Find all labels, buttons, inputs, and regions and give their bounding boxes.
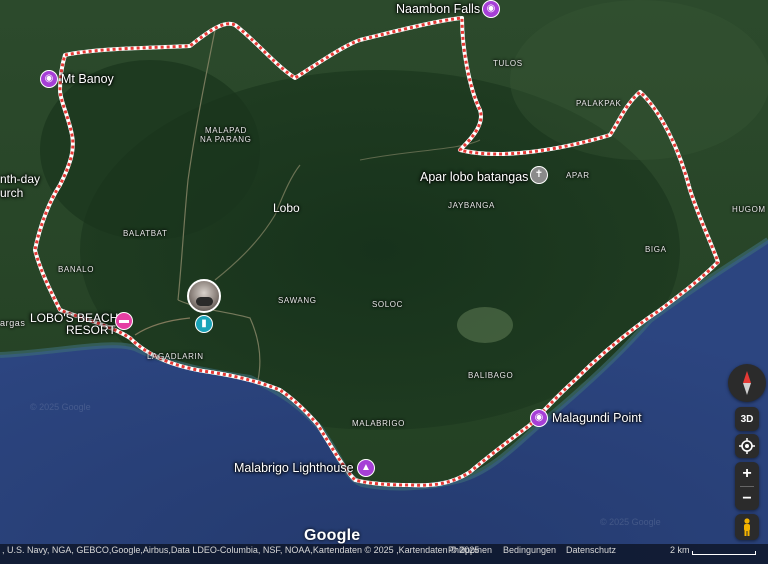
terms-link[interactable]: Bedingungen [503,545,556,555]
town-label-balatbat: BALATBAT [123,229,168,238]
place-label-mt-banoy[interactable]: Mt Banoy [61,72,114,86]
place-label-naambon-falls[interactable]: Naambon Falls [396,2,480,16]
scale-bar [692,551,756,555]
satellite-map[interactable]: © 2025 Google © 2025 Google [0,0,768,564]
country-link[interactable]: Philippinen [448,545,492,555]
town-label-malabrigo: MALABRIGO [352,419,405,428]
imagery-watermark: © 2025 Google [30,402,91,412]
camera-icon[interactable]: ◉ [482,0,500,18]
town-label-lagadlarin: LAGADLARIN [147,352,204,361]
town-label-tulos: TULOS [493,59,523,68]
place-label-malagundi-point[interactable]: Malagundi Point [552,411,642,425]
town-label-palakpak: PALAKPAK [576,99,622,108]
crosshair-icon [739,438,755,454]
town-label-apar: APAR [566,171,590,180]
road-label-partial: argas [0,318,26,328]
map-data-attribution[interactable]: , U.S. Navy, NGA, GEBCO,Google,Airbus,Da… [2,545,479,555]
google-logo: Google [304,527,361,544]
place-label-lobos-beach-resort[interactable]: RESORT [66,323,116,337]
bookmark-icon[interactable]: ▮ [195,315,213,333]
forest-patch [510,0,768,160]
place-label-apar-lobo-batangas[interactable]: Apar lobo batangas [420,170,528,184]
town-label-hugom: HUGOM [732,205,766,214]
town-label-balibago: BALIBAGO [468,371,514,380]
user-photo-avatar[interactable] [187,279,221,313]
bed-icon[interactable]: ▬ [115,312,133,330]
avatar-mask-shape [196,297,213,306]
town-label-malapad: NA PARANG [200,135,252,144]
view-3d-button[interactable]: 3D [735,407,759,431]
compass-icon [743,371,751,395]
cross-icon[interactable]: ✝ [530,166,548,184]
town-label-malapad: MALAPAD [205,126,247,135]
street-view-pegman-button[interactable] [735,514,759,540]
camera-icon[interactable]: ◉ [530,409,548,427]
place-label-church-partial[interactable]: urch [0,186,23,200]
town-label-jaybanga: JAYBANGA [448,201,495,210]
scale-label[interactable]: 2 km [670,545,690,555]
compass-button[interactable] [728,364,766,402]
pegman-icon [744,518,750,536]
imagery-watermark: © 2025 Google [600,517,661,527]
attribution-bar: , U.S. Navy, NGA, GEBCO,Google,Airbus,Da… [0,544,768,564]
privacy-link[interactable]: Datenschutz [566,545,616,555]
town-label-banalo: BANALO [58,265,95,274]
zoom-in-button[interactable]: + [735,462,759,486]
town-label-biga: BIGA [645,245,667,254]
light-patch [457,307,513,343]
town-label-sawang: SAWANG [278,296,317,305]
place-label-church-partial[interactable]: nth-day [0,172,40,186]
my-location-button[interactable] [735,434,759,458]
camera-icon[interactable]: ◉ [40,70,58,88]
zoom-out-button[interactable]: − [735,487,759,510]
lighthouse-icon[interactable]: ▲ [357,459,375,477]
town-label-soloc: SOLOC [372,300,404,309]
zoom-controls: + − [735,462,759,510]
town-label-lobo: Lobo [273,201,300,215]
place-label-malabrigo-lighthouse[interactable]: Malabrigo Lighthouse [234,461,354,475]
